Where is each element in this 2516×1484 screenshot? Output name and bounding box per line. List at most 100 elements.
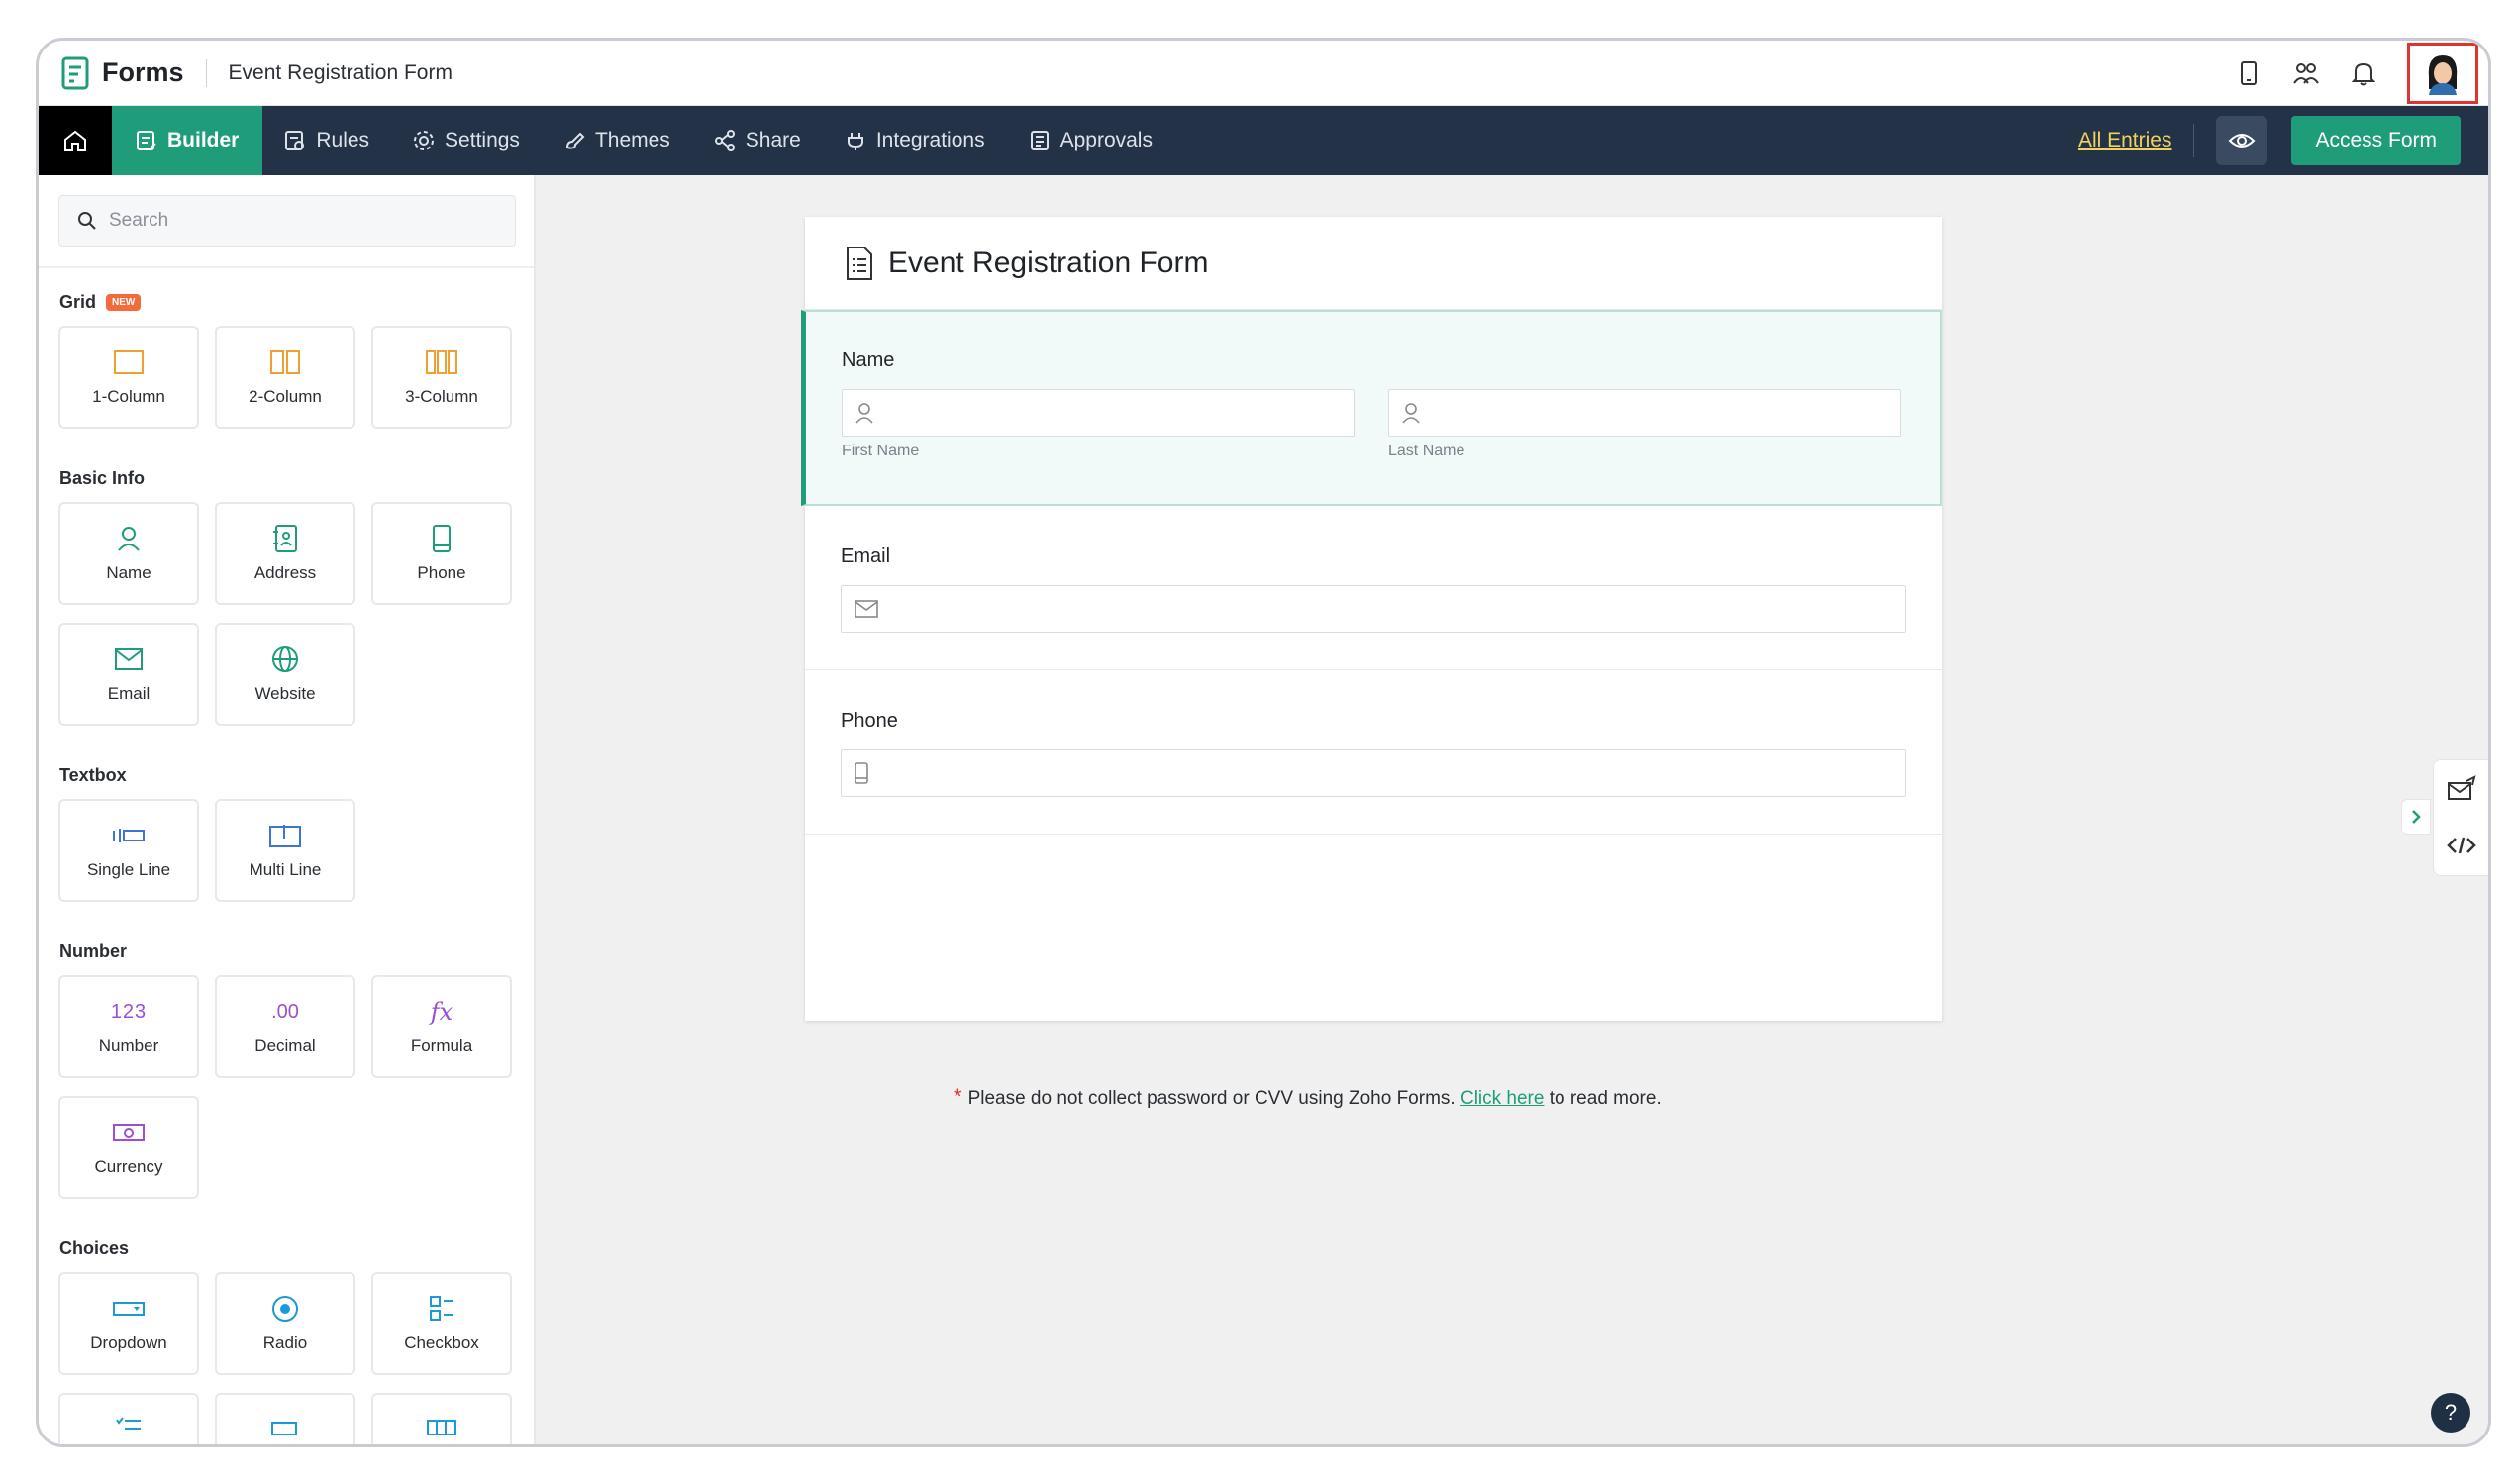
tile-label: Name [106,563,151,582]
field-email-label: Email [841,545,891,567]
tab-integrations-label: Integrations [875,129,985,151]
first-name-caption: First Name [842,443,920,459]
tile-decimal[interactable]: .00 Decimal [215,975,355,1078]
form-title[interactable]: Event Registration Form [229,61,453,85]
phone-icon [855,762,868,784]
expand-panel-button[interactable] [2401,799,2431,835]
field-name-label: Name [842,349,895,371]
tile-checkbox[interactable]: Checkbox [371,1272,512,1375]
tab-integrations[interactable]: Integrations [823,106,1007,175]
tab-builder-label: Builder [167,129,240,151]
section-grid-title: Grid [59,292,97,312]
tile-number[interactable]: 123 Number [58,975,199,1078]
tile-formula[interactable]: fx Formula [371,975,512,1078]
matrix-icon [427,1420,456,1435]
field-phone[interactable]: Phone [805,670,1942,835]
tile-label: Single Line [86,860,171,879]
tile-multi-line[interactable]: Multi Line [215,799,355,902]
eye-icon [2229,134,2256,148]
field-palette: Search Grid NEW 1-Column 2-Column 3-Colu… [39,175,536,1444]
tile-address[interactable]: Address [215,502,355,605]
person-icon [855,403,873,424]
tile-label: Decimal [254,1037,316,1055]
tile-phone[interactable]: Phone [371,502,512,605]
last-name-input[interactable] [1388,389,1901,437]
tile-partial-3[interactable] [371,1393,512,1444]
address-book-icon [273,525,297,552]
tab-builder[interactable]: Builder [112,106,263,175]
tile-email[interactable]: Email [58,623,199,726]
gear-icon [414,131,435,150]
tile-label: Email [107,684,151,703]
tab-approvals[interactable]: Approvals [1007,106,1174,175]
title-divider [205,58,207,87]
multi-line-icon [269,825,301,847]
tile-name[interactable]: Name [58,502,199,605]
form-header[interactable]: Event Registration Form [805,217,1942,310]
tile-single-line[interactable]: Single Line [58,799,199,902]
search-divider [39,266,534,268]
user-avatar-icon [2428,55,2458,95]
mobile-icon[interactable] [2235,59,2263,87]
tile-radio[interactable]: Radio [215,1272,355,1375]
tab-themes[interactable]: Themes [542,106,692,175]
tile-label: Address [253,563,317,582]
top-icons [2235,41,2478,106]
radio-icon [272,1296,298,1322]
tile-2-column[interactable]: 2-Column [215,326,355,429]
image-choice-icon [271,1422,297,1435]
share-icon [714,130,735,151]
tile-label: Phone [417,563,466,582]
search-icon [78,212,96,230]
tab-share[interactable]: Share [692,106,823,175]
code-icon[interactable] [2446,836,2476,860]
tile-partial-2[interactable] [215,1393,355,1444]
checkbox-icon [430,1296,453,1321]
field-name[interactable]: Name First Name Last Name [801,310,1942,506]
tile-currency[interactable]: Currency [58,1096,199,1199]
number-icon: 123 [110,1000,148,1023]
tile-label: Number [98,1037,159,1055]
form-card: Event Registration Form Name First Name … [801,217,1942,1021]
home-button[interactable] [39,106,112,175]
app-logo[interactable]: Forms [60,55,184,91]
access-form-button[interactable]: Access Form [2291,116,2461,165]
bell-icon[interactable] [2350,59,2377,87]
click-here-link[interactable]: Click here [1460,1088,1544,1109]
field-email[interactable]: Email [805,506,1942,670]
tab-approvals-label: Approvals [1059,129,1153,151]
form-document-icon [847,246,872,280]
builder-icon [137,131,156,150]
section-basic-info: Basic Info [59,468,145,489]
person-icon [1402,403,1420,424]
phone-input[interactable] [841,749,1906,797]
tile-label: 2-Column [249,387,322,406]
tile-partial-1[interactable] [58,1393,199,1444]
home-icon [64,130,86,151]
first-name-input[interactable] [842,389,1355,437]
users-icon[interactable] [2292,59,2320,87]
two-column-icon [270,350,300,374]
plug-icon [847,133,863,150]
avatar[interactable] [2407,43,2478,104]
tile-dropdown[interactable]: Dropdown [58,1272,199,1375]
tab-rules[interactable]: Rules [262,106,391,175]
mail-send-icon[interactable] [2447,775,2476,806]
tab-settings[interactable]: Settings [391,106,542,175]
tile-3-column[interactable]: 3-Column [371,326,512,429]
section-choices-title: Choices [59,1238,130,1258]
last-name-caption: Last Name [1388,443,1465,459]
help-button[interactable]: ? [2431,1393,2470,1433]
tile-1-column[interactable]: 1-Column [58,326,199,429]
tile-website[interactable]: Website [215,623,355,726]
preview-button[interactable] [2216,116,2268,165]
rules-icon [285,131,305,150]
phone-icon [433,525,451,552]
forms-logo-icon [61,56,89,89]
all-entries-link[interactable]: All Entries [2078,129,2172,152]
formula-icon: fx [430,998,453,1026]
tile-label: Radio [262,1334,308,1352]
email-input[interactable] [841,585,1906,633]
tile-label: Multi Line [249,860,322,879]
search-input[interactable]: Search [58,195,516,247]
